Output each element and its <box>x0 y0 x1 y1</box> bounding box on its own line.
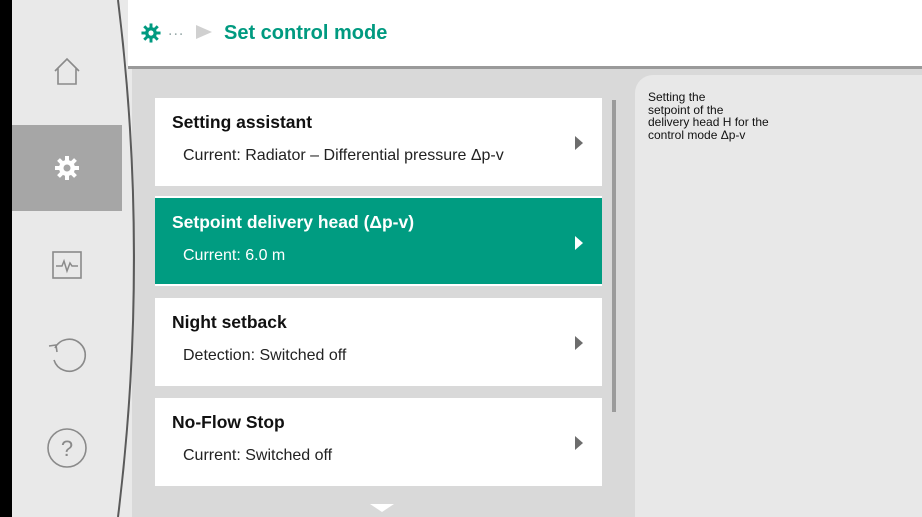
menu-item-night-setback[interactable]: Night setback Detection: Switched off <box>155 298 602 386</box>
breadcrumb-arrow-icon <box>194 24 214 45</box>
menu-item-title: Setting assistant <box>172 112 313 132</box>
help-text-line: control mode Δp-v <box>648 127 746 142</box>
chevron-right-icon <box>574 436 584 455</box>
menu-item-title: Setpoint delivery head (Δp-v) <box>172 212 415 232</box>
menu-item-no-flow-stop[interactable]: No-Flow Stop Current: Switched off <box>155 398 602 486</box>
scrollbar[interactable] <box>612 100 616 412</box>
breadcrumb-dots: ... <box>168 22 185 39</box>
gear-icon <box>140 22 162 49</box>
help-text-line: Setting the <box>648 90 706 104</box>
help-text: Setting the setpoint of the delivery hea… <box>648 91 878 141</box>
chevron-right-icon <box>574 336 584 355</box>
sidebar-divider-arc <box>117 0 135 517</box>
menu-item-title: No-Flow Stop <box>172 412 285 432</box>
menu-item-subtitle: Current: Radiator – Differential pressur… <box>183 147 504 164</box>
help-panel: Setting the setpoint of the delivery hea… <box>635 75 922 517</box>
display-screen: ? ... Set control mode Setting assistant… <box>0 0 922 517</box>
chevron-right-icon <box>574 236 584 255</box>
header-divider <box>128 66 922 69</box>
menu-item-subtitle: Detection: Switched off <box>183 347 347 364</box>
help-text-line: delivery head H for the <box>648 115 769 129</box>
menu-item-subtitle: Current: Switched off <box>183 447 333 464</box>
menu-item-title: Night setback <box>172 312 287 332</box>
page-title: Set control mode <box>224 22 388 44</box>
chevron-right-icon <box>574 136 584 155</box>
menu-item-subtitle: Current: 6.0 m <box>183 247 286 264</box>
menu-item-setpoint-delivery-head[interactable]: Setpoint delivery head (Δp-v) Current: 6… <box>155 196 602 286</box>
menu-item-setting-assistant[interactable]: Setting assistant Current: Radiator – Di… <box>155 98 602 186</box>
scroll-down-icon[interactable] <box>368 500 396 517</box>
